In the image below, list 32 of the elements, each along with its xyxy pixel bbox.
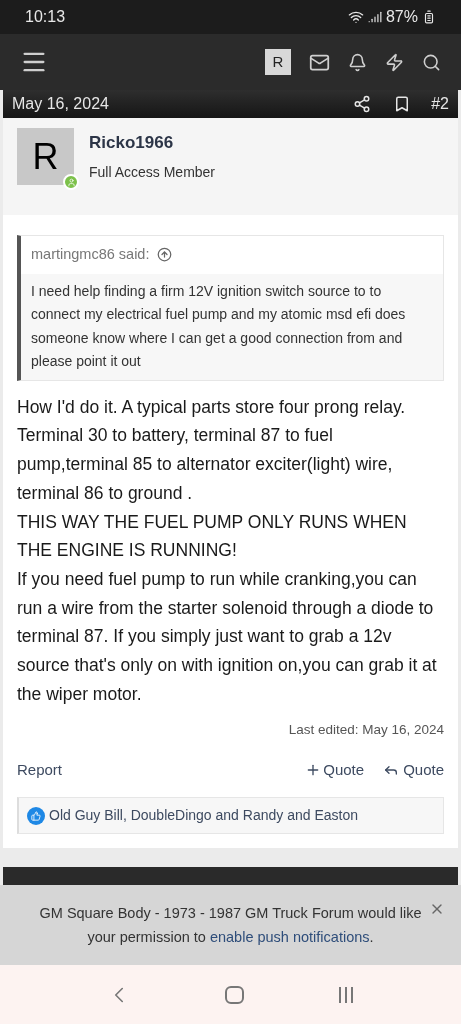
enable-notifications-link[interactable]: enable push notifications — [209, 929, 370, 946]
author-avatar[interactable]: R — [17, 128, 74, 185]
reply-quote-button[interactable]: Quote — [383, 758, 444, 782]
author-name[interactable]: Ricko1966 — [89, 130, 216, 156]
post-text: How I'd do it. A typical parts store four prong relay. Terminal 30 to battery, terminal 87 to fuel pump,terminal 85 to alternator exciter(light) wire, terminal 86 to ground . — [17, 395, 407, 505]
author-title: Full Access Member — [89, 162, 216, 182]
post-number[interactable]: #2 — [431, 92, 449, 116]
jump-to-quote-icon[interactable] — [157, 247, 173, 263]
quote-text: I need help finding a firm 12V ignition switch source to to connect my electrical fuel pump and my atomic msd efi does someone know where I can get a good connection from and please point it out — [30, 281, 407, 372]
like-icon — [27, 806, 45, 825]
wifi-icon — [347, 9, 364, 25]
battery-icon — [422, 10, 436, 24]
post-text: THIS WAY THE FUEL PUMP ONLY RUNS WHEN THE ENGINE IS RUNNING! — [17, 510, 408, 563]
post-date: May 16, 2024 — [12, 94, 110, 114]
quote-attribution: martingmc86 said: — [31, 245, 150, 264]
reactions-bar[interactable]: Old Guy Bill, DoubleDingo and Randy and Easton — [17, 797, 444, 835]
lightning-icon[interactable] — [385, 52, 404, 72]
post-text: If you need fuel pump to run while cranking,you can run a wire from the starter solenoid through a diode to terminal 87. If you simply just want to grab a 12v source that's only on with ignition on,you can grab it at the wiper motor. — [17, 567, 438, 706]
home-icon[interactable] — [225, 985, 244, 1004]
share-icon[interactable] — [353, 95, 372, 113]
search-icon[interactable] — [422, 52, 441, 72]
reactions-text: Old Guy Bill, DoubleDingo and Randy and Easton — [49, 806, 358, 826]
avatar-button[interactable]: R — [265, 49, 291, 75]
report-link[interactable]: Report — [17, 758, 306, 782]
bell-icon[interactable] — [348, 52, 367, 72]
recents-icon[interactable] — [336, 985, 355, 1004]
status-time: 10:13 — [25, 7, 66, 27]
banner-text: GM Square Body - 1973 - 1987 GM Truck Forum would like your permission to enable push notifications. — [38, 904, 423, 948]
last-edited: Last edited: May 16, 2024 — [288, 721, 444, 740]
signal-icon — [367, 10, 382, 24]
multi-quote-button[interactable]: Quote — [305, 758, 365, 782]
battery-level: 87% — [385, 7, 418, 27]
